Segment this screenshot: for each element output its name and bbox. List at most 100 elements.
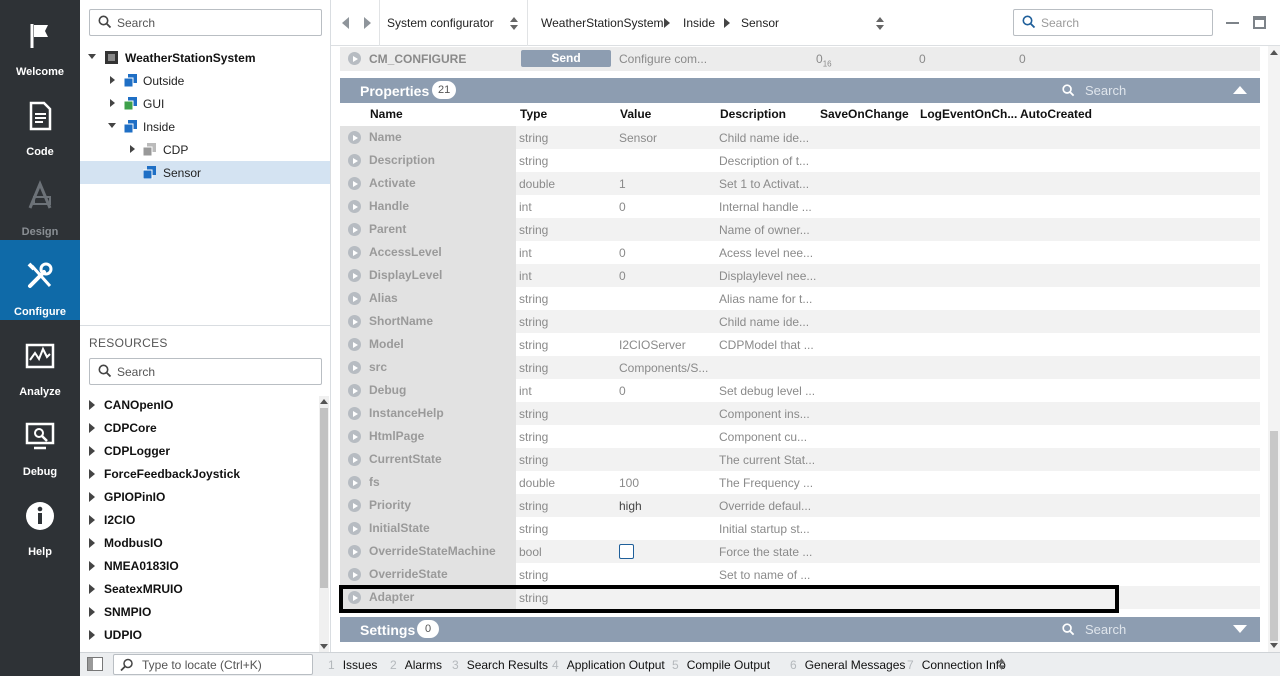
chevron-right-icon[interactable] <box>107 74 117 86</box>
property-row[interactable]: AccessLevel int 0 Acess level nee... <box>340 241 1260 264</box>
minimize-icon[interactable] <box>1226 22 1239 24</box>
output-tab[interactable]: 6 General Messages <box>790 658 905 672</box>
chevron-right-icon[interactable] <box>107 97 117 109</box>
breadcrumb-item[interactable]: Inside <box>683 16 715 30</box>
nav-help[interactable]: Help <box>0 480 80 560</box>
tree-node-outside[interactable]: Outside <box>80 69 330 92</box>
expand-icon[interactable] <box>348 338 361 351</box>
locate-input[interactable]: Type to locate (Ctrl+K) <box>113 654 313 675</box>
property-row[interactable]: src string Components/S... <box>340 356 1260 379</box>
tree-node-inside[interactable]: Inside <box>80 115 330 138</box>
property-value[interactable]: 100 <box>619 476 639 490</box>
chevron-right-icon[interactable] <box>89 469 95 479</box>
tree-node-sensor[interactable]: Sensor <box>80 161 330 184</box>
property-value[interactable]: 0 <box>619 269 626 283</box>
expand-icon[interactable] <box>348 545 361 558</box>
expand-icon[interactable] <box>348 246 361 259</box>
back-icon[interactable] <box>342 17 350 29</box>
column-header-logeventonchange[interactable]: LogEventOnCh... <box>920 107 1017 121</box>
nav-configure[interactable]: Configure <box>0 240 80 320</box>
property-row[interactable]: DisplayLevel int 0 Displaylevel nee... <box>340 264 1260 287</box>
resource-item[interactable]: CDPCore <box>80 417 316 440</box>
column-header-saveonchange[interactable]: SaveOnChange <box>820 107 909 121</box>
expand-down-icon[interactable] <box>1233 625 1247 633</box>
tree-node-weatherstationsystem[interactable]: WeatherStationSystem <box>80 46 330 69</box>
column-header-description[interactable]: Description <box>720 107 786 121</box>
resource-item[interactable]: GPIOPinIO <box>80 486 316 509</box>
property-row[interactable]: Priority string high Override defaul... <box>340 494 1260 517</box>
main-scrollbar[interactable] <box>1268 46 1280 652</box>
nav-welcome[interactable]: Welcome <box>0 0 80 80</box>
collapse-icon[interactable] <box>1233 86 1247 94</box>
chevron-right-icon[interactable] <box>89 561 95 571</box>
mode-selector[interactable]: System configurator <box>387 16 494 30</box>
global-search-input[interactable]: Search <box>1013 9 1213 36</box>
expand-icon[interactable] <box>348 269 361 282</box>
property-value[interactable]: 1 <box>619 177 626 191</box>
column-header-type[interactable]: Type <box>520 107 547 121</box>
property-row[interactable]: Activate double 1 Set 1 to Activat... <box>340 172 1260 195</box>
property-row[interactable]: InitialState string Initial startup st... <box>340 517 1260 540</box>
property-value[interactable]: 0 <box>619 384 626 398</box>
expand-icon[interactable] <box>348 407 361 420</box>
property-value[interactable]: 0 <box>619 200 626 214</box>
scroll-up-icon[interactable] <box>320 398 328 404</box>
property-row[interactable]: Model string I2CIOServer CDPModel that ... <box>340 333 1260 356</box>
scrollbar-thumb[interactable] <box>1270 431 1278 641</box>
expand-icon[interactable] <box>348 453 361 466</box>
nav-design[interactable]: Design <box>0 160 80 240</box>
chevron-right-icon[interactable] <box>89 515 95 525</box>
output-tab[interactable]: 2 Alarms <box>390 658 442 672</box>
property-row[interactable]: CurrentState string The current Stat... <box>340 448 1260 471</box>
chevron-right-icon[interactable] <box>89 538 95 548</box>
chevron-right-icon[interactable] <box>127 143 137 155</box>
updown-icon[interactable] <box>876 17 884 30</box>
send-button[interactable]: Send <box>521 50 611 67</box>
resource-item[interactable]: SeatexMRUIO <box>80 578 316 601</box>
property-value[interactable]: high <box>619 499 642 513</box>
expand-icon[interactable] <box>348 200 361 213</box>
output-tab[interactable]: 4 Application Output <box>552 658 665 672</box>
properties-search-input[interactable]: Search <box>1085 83 1126 98</box>
property-value[interactable]: Components/S... <box>619 361 708 375</box>
property-row[interactable]: ShortName string Child name ide... <box>340 310 1260 333</box>
property-value[interactable]: I2CIOServer <box>619 338 686 352</box>
resource-item[interactable]: NMEA0183IO <box>80 555 316 578</box>
expand-icon[interactable] <box>348 52 361 65</box>
column-header-autocreated[interactable]: AutoCreated <box>1020 107 1092 121</box>
expand-icon[interactable] <box>348 292 361 305</box>
scrollbar-thumb[interactable] <box>320 408 328 588</box>
settings-header[interactable]: Settings 0 Search <box>340 617 1260 642</box>
resource-item[interactable]: UDPIO <box>80 624 316 647</box>
column-header-value[interactable]: Value <box>620 107 651 121</box>
updown-icon[interactable] <box>998 658 1005 670</box>
tree-node-gui[interactable]: GUI <box>80 92 330 115</box>
chevron-right-icon[interactable] <box>89 584 95 594</box>
chevron-down-icon[interactable] <box>107 120 117 132</box>
property-row[interactable]: InstanceHelp string Component ins... <box>340 402 1260 425</box>
resource-item[interactable]: I2CIO <box>80 509 316 532</box>
chevron-right-icon[interactable] <box>89 423 95 433</box>
scroll-down-icon[interactable] <box>320 644 328 650</box>
column-header-name[interactable]: Name <box>370 107 403 121</box>
chevron-right-icon[interactable] <box>89 492 95 502</box>
chevron-right-icon[interactable] <box>89 630 95 640</box>
nav-code[interactable]: Code <box>0 80 80 160</box>
output-tab[interactable]: 1 Issues <box>328 658 377 672</box>
tree-search-input[interactable]: Search <box>89 9 322 36</box>
expand-icon[interactable] <box>348 177 361 190</box>
property-row[interactable]: Debug int 0 Set debug level ... <box>340 379 1260 402</box>
resource-item[interactable]: CANOpenIO <box>80 394 316 417</box>
resource-item[interactable]: ModbusIO <box>80 532 316 555</box>
resources-scrollbar[interactable] <box>319 396 329 652</box>
expand-icon[interactable] <box>348 131 361 144</box>
output-tab[interactable]: 3 Search Results <box>452 658 548 672</box>
property-row[interactable]: Alias string Alias name for t... <box>340 287 1260 310</box>
expand-icon[interactable] <box>348 223 361 236</box>
property-value[interactable]: 0 <box>619 246 626 260</box>
chevron-down-icon[interactable] <box>87 51 97 63</box>
expand-icon[interactable] <box>348 154 361 167</box>
chevron-right-icon[interactable] <box>89 446 95 456</box>
resource-item[interactable]: SNMPIO <box>80 601 316 624</box>
resources-search-input[interactable]: Search <box>89 358 322 385</box>
